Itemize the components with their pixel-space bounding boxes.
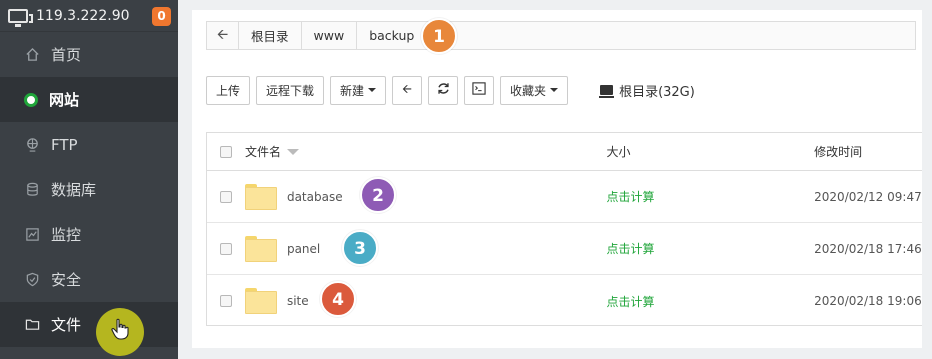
row-checkbox[interactable]	[219, 242, 232, 255]
calc-size-link[interactable]: 点击计算	[606, 295, 654, 309]
monitor-icon	[8, 8, 33, 27]
sidebar-item-label: 首页	[51, 46, 82, 64]
row-checkbox[interactable]	[219, 295, 232, 307]
back-arrow-icon: 🡨	[402, 81, 412, 96]
caret-down-icon	[550, 88, 559, 92]
breadcrumb-item-backup[interactable]: backup	[357, 22, 426, 49]
home-icon	[24, 47, 40, 63]
file-table: 文件名 大小 修改时间 database 点击计算 2020/02/12 09:…	[206, 132, 922, 326]
select-all-checkbox-cell	[207, 145, 245, 158]
modified-time: 2020/02/18 17:46	[814, 241, 922, 256]
annotation-marker-1: 1	[421, 18, 457, 54]
folder-icon	[24, 317, 40, 333]
sidebar-item-label: 网站	[49, 91, 80, 109]
modified-time: 2020/02/18 19:06	[814, 294, 922, 308]
sidebar-item-home[interactable]: 首页	[0, 32, 178, 77]
sidebar-item-database[interactable]: 数据库	[0, 167, 178, 212]
name-cell: database	[244, 183, 607, 210]
folder-icon	[244, 235, 277, 262]
favorites-button[interactable]: 收藏夹	[500, 75, 569, 105]
file-toolbar: 上传 远程下载 新建 🡨 收藏夹 根目录(32G)	[206, 75, 695, 105]
new-button-label: 新建	[340, 83, 365, 98]
sidebar-item-monitor[interactable]: 监控	[0, 212, 178, 257]
server-header[interactable]: 119.3.222.90 0	[0, 0, 178, 32]
row-checkbox-cell	[207, 190, 245, 203]
sidebar: 119.3.222.90 0 首页 网站 FTP 数据库 监控 安全 文件	[0, 0, 178, 359]
sidebar-item-label: 文件	[51, 316, 82, 334]
shield-icon	[24, 272, 40, 288]
file-name[interactable]: panel	[287, 242, 320, 256]
table-row[interactable]: database 点击计算 2020/02/12 09:47	[207, 171, 922, 223]
folder-icon	[244, 183, 277, 210]
disk-info[interactable]: 根目录(32G)	[599, 81, 695, 100]
sidebar-item-security[interactable]: 安全	[0, 257, 178, 302]
header-name[interactable]: 文件名	[245, 143, 607, 160]
header-name-label: 文件名	[244, 145, 281, 159]
server-ip: 119.3.222.90	[36, 7, 130, 24]
disk-label: 根目录(32G)	[619, 84, 695, 100]
sidebar-item-website[interactable]: 网站	[0, 77, 178, 122]
sidebar-item-label: 监控	[51, 226, 82, 244]
hard-disk-icon	[599, 85, 615, 98]
name-cell: panel	[244, 235, 607, 262]
modified-time: 2020/02/12 09:47	[814, 189, 922, 204]
back-arrow-icon[interactable]: 🡨	[207, 22, 239, 49]
calc-size-link[interactable]: 点击计算	[606, 242, 654, 256]
file-name[interactable]: database	[287, 190, 343, 204]
breadcrumb: 🡨 根目录 www backup	[206, 21, 916, 50]
name-cell: site	[244, 288, 607, 314]
ftp-icon	[24, 137, 40, 153]
terminal-icon	[472, 82, 486, 98]
row-checkbox[interactable]	[219, 190, 232, 203]
notification-badge[interactable]: 0	[152, 7, 171, 26]
monitor-icon	[24, 227, 40, 243]
sort-down-icon	[286, 148, 299, 155]
terminal-button[interactable]	[464, 75, 495, 105]
table-row[interactable]: panel 点击计算 2020/02/18 17:46	[207, 223, 922, 275]
sidebar-item-label: 安全	[51, 271, 82, 289]
file-manager-panel: 🡨 根目录 www backup 上传 远程下载 新建 🡨 收藏夹 根目录(32…	[192, 10, 922, 348]
sidebar-item-label: 数据库	[51, 181, 97, 199]
breadcrumb-item-www[interactable]: www	[302, 22, 358, 49]
select-all-checkbox[interactable]	[219, 145, 232, 158]
refresh-button[interactable]	[428, 75, 459, 105]
table-header: 文件名 大小 修改时间	[207, 133, 922, 171]
calc-size-link[interactable]: 点击计算	[606, 190, 654, 204]
row-checkbox-cell	[207, 242, 245, 255]
header-size: 大小	[606, 145, 631, 159]
header-time: 修改时间	[814, 145, 863, 159]
annotation-marker-4: 4	[320, 281, 356, 317]
website-icon	[24, 92, 38, 107]
breadcrumb-item-root[interactable]: 根目录	[239, 22, 302, 49]
folder-icon	[244, 288, 277, 314]
upload-button[interactable]: 上传	[206, 75, 251, 105]
sidebar-item-files[interactable]: 文件	[0, 302, 178, 347]
back-button[interactable]: 🡨	[392, 75, 423, 105]
sidebar-item-ftp[interactable]: FTP	[0, 122, 178, 167]
database-icon	[24, 182, 40, 198]
annotation-marker-3: 3	[342, 230, 378, 266]
table-row[interactable]: site 点击计算 2020/02/18 19:06	[207, 275, 922, 325]
new-button[interactable]: 新建	[330, 75, 387, 105]
row-checkbox-cell	[207, 295, 245, 307]
hand-pointer-icon	[111, 318, 129, 345]
refresh-icon	[437, 82, 450, 98]
sidebar-item-label: FTP	[51, 135, 78, 154]
file-name[interactable]: site	[287, 294, 309, 308]
sidebar-menu: 首页 网站 FTP 数据库 监控 安全 文件	[0, 32, 178, 347]
annotation-marker-2: 2	[360, 177, 396, 213]
caret-down-icon	[368, 88, 377, 92]
favorites-button-label: 收藏夹	[510, 83, 547, 98]
remote-download-button[interactable]: 远程下载	[256, 75, 325, 105]
